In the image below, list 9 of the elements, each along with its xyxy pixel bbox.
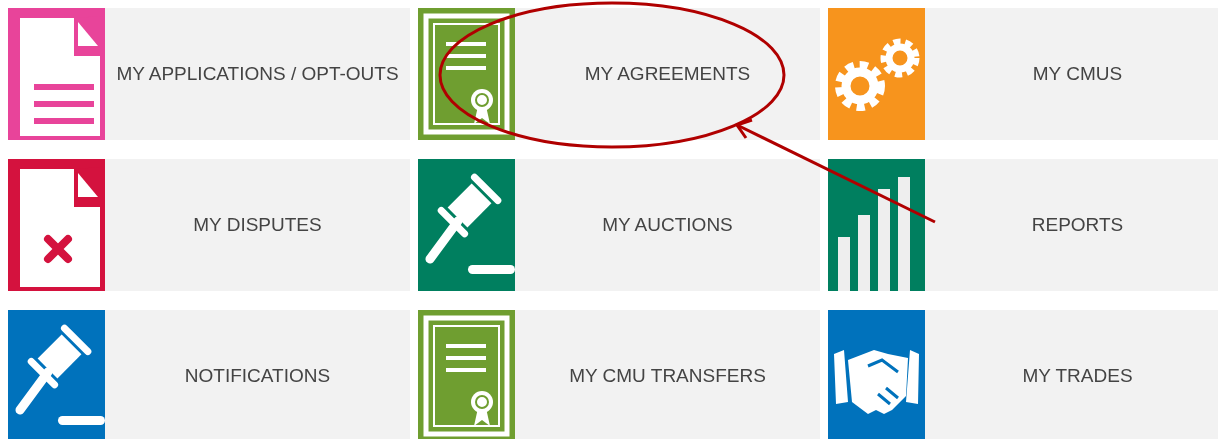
menu-tile[interactable]: REPORTS xyxy=(828,159,1218,291)
menu-tile[interactable]: NOTIFICATIONS xyxy=(8,310,410,439)
menu-tile[interactable]: MY TRADES xyxy=(828,310,1218,439)
menu-tile[interactable]: MY AUCTIONS xyxy=(418,159,820,291)
menu-tile[interactable]: MY AGREEMENTS xyxy=(418,8,820,140)
menu-tile[interactable]: MY CMUS xyxy=(828,8,1218,140)
menu-tile[interactable]: MY DISPUTES xyxy=(8,159,410,291)
menu-tile[interactable]: MY APPLICATIONS / OPT-OUTS xyxy=(8,8,410,140)
menu-tile[interactable]: MY CMU TRANSFERS xyxy=(418,310,820,439)
